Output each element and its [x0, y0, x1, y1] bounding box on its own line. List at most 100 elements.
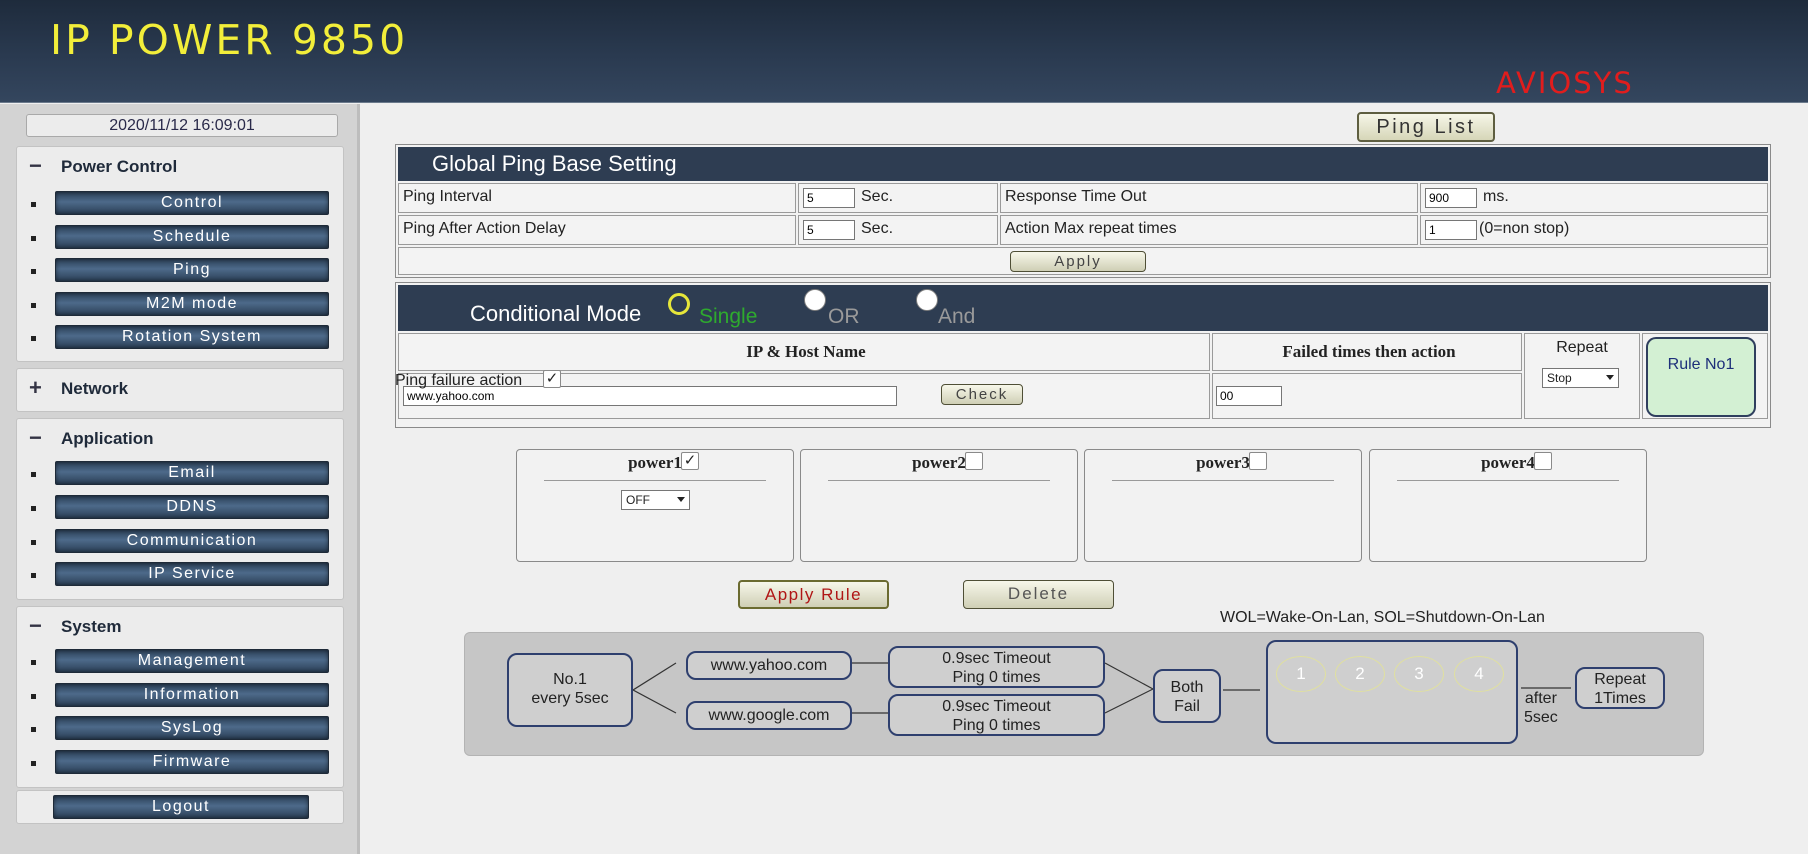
bullet-icon: [31, 660, 36, 665]
ping-interval-input[interactable]: [803, 188, 855, 208]
divider: [828, 480, 1050, 481]
outlet-3: 3: [1394, 656, 1444, 692]
outlets-node: 1 2 3 4: [1266, 640, 1518, 744]
divider: [1112, 480, 1334, 481]
repeat-header: Repeat: [1556, 339, 1608, 356]
power3-checkbox[interactable]: [1249, 452, 1267, 470]
power2-checkbox[interactable]: [965, 452, 983, 470]
panel-title[interactable]: Power Control: [61, 157, 177, 177]
sidebar-item-ddns[interactable]: DDNS: [17, 495, 343, 521]
ping-list-button[interactable]: Ping List: [1357, 112, 1495, 142]
bullet-icon: [31, 506, 36, 511]
after-action-label: Ping After Action Delay: [398, 215, 796, 245]
sidebar-item-communication[interactable]: Communication: [17, 529, 343, 555]
or-radio[interactable]: [804, 289, 826, 311]
and-label[interactable]: And: [938, 305, 975, 329]
conditional-table: Conditional Mode Single OR And IP & Host…: [395, 282, 1771, 428]
check-button[interactable]: Check: [941, 384, 1023, 405]
schedule-button[interactable]: Schedule: [55, 225, 329, 249]
power1-action-select[interactable]: OFF: [621, 490, 690, 510]
power1-checkbox[interactable]: ✓: [681, 452, 699, 470]
repeat-select[interactable]: Stop: [1542, 368, 1619, 388]
vendor-logo: AVIOSYS: [1496, 66, 1634, 100]
m2m-mode-button[interactable]: M2M mode: [55, 292, 329, 316]
email-button[interactable]: Email: [55, 461, 329, 485]
global-setting-title: Global Ping Base Setting: [398, 147, 1768, 181]
ping-interval-cell: Sec.: [798, 183, 998, 213]
panel-title[interactable]: System: [61, 617, 121, 637]
timeout2-line2: Ping 0 times: [952, 717, 1041, 734]
communication-button[interactable]: Communication: [55, 529, 329, 553]
single-label[interactable]: Single: [699, 305, 757, 329]
conditional-header: Conditional Mode Single OR And: [398, 285, 1768, 331]
sidebar-item-schedule[interactable]: Schedule: [17, 225, 343, 251]
ping-failure-checkbox[interactable]: ✓: [543, 370, 561, 388]
panel-head-system[interactable]: − System: [17, 607, 343, 647]
delete-button[interactable]: Delete: [963, 580, 1114, 609]
power3-name: power3: [1196, 453, 1250, 472]
firmware-button[interactable]: Firmware: [55, 750, 329, 774]
sidebar-item-ping[interactable]: Ping: [17, 258, 343, 284]
outlet-1: 1: [1276, 656, 1326, 692]
max-repeat-label: Action Max repeat times: [1000, 215, 1418, 245]
panel-power-control: − Power Control Control Schedule Ping M2…: [16, 146, 344, 362]
syslog-button[interactable]: SysLog: [55, 716, 329, 740]
apply-row: Apply: [398, 247, 1768, 275]
logout-button[interactable]: Logout: [53, 795, 309, 819]
management-button[interactable]: Management: [55, 649, 329, 673]
collapse-icon[interactable]: −: [29, 613, 42, 639]
sidebar-item-information[interactable]: Information: [17, 683, 343, 709]
expand-icon[interactable]: +: [29, 375, 42, 401]
ip-service-button[interactable]: IP Service: [55, 562, 329, 586]
failed-times-input[interactable]: [1216, 386, 1282, 406]
and-radio[interactable]: [916, 289, 938, 311]
sidebar-item-ip-service[interactable]: IP Service: [17, 562, 343, 588]
single-radio[interactable]: [668, 293, 690, 315]
bullet-icon: [31, 761, 36, 766]
panel-head-network[interactable]: + Network: [17, 369, 343, 409]
panel-title[interactable]: Network: [61, 379, 128, 399]
timeout2-node: 0.9sec Timeout Ping 0 times: [888, 694, 1105, 736]
power2-box: power2: [800, 449, 1078, 562]
repeat-line1: Repeat: [1594, 671, 1646, 688]
condition-line1: Both: [1170, 679, 1204, 696]
after-action-input[interactable]: [803, 220, 855, 240]
after-line2: 5sec: [1524, 709, 1558, 726]
control-button[interactable]: Control: [55, 191, 329, 215]
ping-interval-label: Ping Interval: [398, 183, 796, 213]
sidebar-item-rotation[interactable]: Rotation System: [17, 325, 343, 351]
rotation-system-button[interactable]: Rotation System: [55, 325, 329, 349]
sidebar-item-m2m[interactable]: M2M mode: [17, 292, 343, 318]
bullet-icon: [31, 336, 36, 341]
sidebar-item-email[interactable]: Email: [17, 461, 343, 487]
apply-button[interactable]: Apply: [1010, 251, 1146, 272]
rule-no-button[interactable]: Rule No1: [1646, 337, 1756, 417]
response-timeout-input[interactable]: [1425, 188, 1477, 208]
ms-unit: ms.: [1483, 188, 1509, 205]
conditional-title: Conditional Mode: [470, 301, 642, 326]
panel-head-power-control[interactable]: − Power Control: [17, 147, 343, 187]
power4-label: power4: [1370, 453, 1646, 473]
bullet-icon: [31, 303, 36, 308]
timeout2-line1: 0.9sec Timeout: [942, 698, 1051, 715]
sidebar-item-syslog[interactable]: SysLog: [17, 716, 343, 742]
divider: [544, 480, 766, 481]
collapse-icon[interactable]: −: [29, 425, 42, 451]
panel-head-application[interactable]: − Application: [17, 419, 343, 459]
sidebar-item-control[interactable]: Control: [17, 191, 343, 217]
bullet-icon: [31, 540, 36, 545]
power4-checkbox[interactable]: [1534, 452, 1552, 470]
max-repeat-hint: (0=non stop): [1479, 220, 1570, 237]
information-button[interactable]: Information: [55, 683, 329, 707]
apply-rule-button[interactable]: Apply Rule: [738, 580, 889, 609]
panel-title[interactable]: Application: [61, 429, 154, 449]
sidebar-item-management[interactable]: Management: [17, 649, 343, 675]
main-content: Ping List Global Ping Base Setting Ping …: [363, 104, 1808, 854]
sidebar-item-firmware[interactable]: Firmware: [17, 750, 343, 776]
ping-button[interactable]: Ping: [55, 258, 329, 282]
ddns-button[interactable]: DDNS: [55, 495, 329, 519]
collapse-icon[interactable]: −: [29, 153, 42, 179]
or-label[interactable]: OR: [828, 305, 860, 329]
max-repeat-input[interactable]: [1425, 220, 1477, 240]
repeat-node: Repeat 1Times: [1575, 667, 1665, 709]
